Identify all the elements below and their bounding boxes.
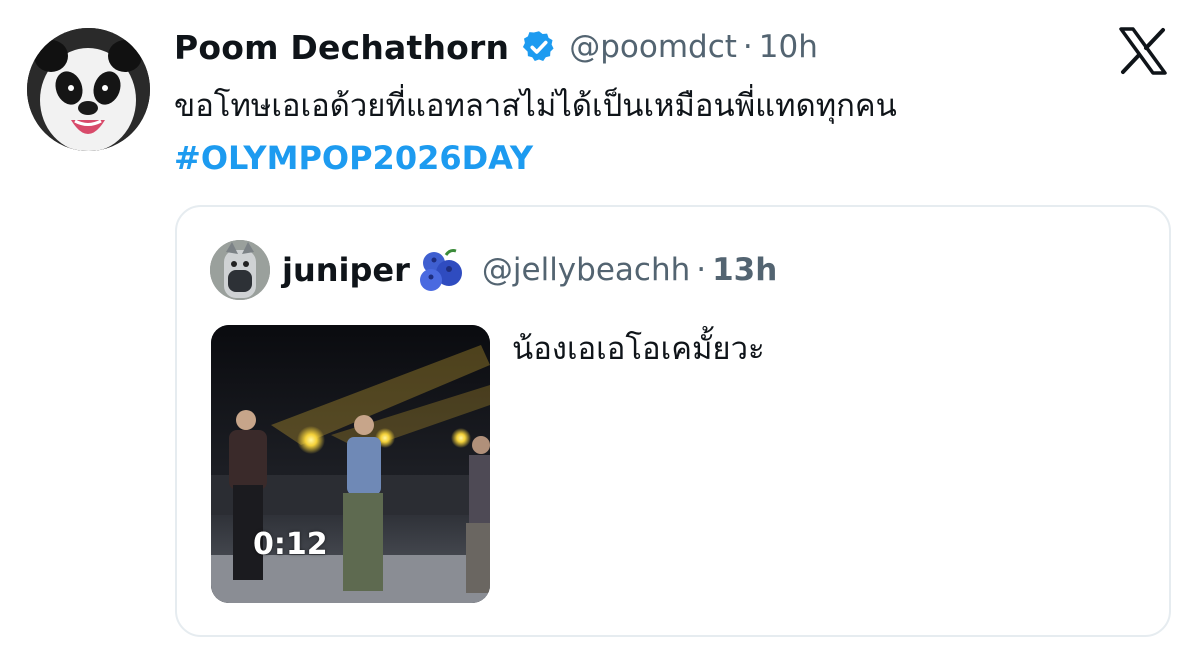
video-duration-badge: 0:12 [253, 527, 328, 562]
tweet-header: Poom Dechathorn @poomdct · 10h [174, 24, 818, 70]
author-handle[interactable]: @poomdct [569, 29, 737, 65]
blueberries-emoji-icon [419, 249, 462, 291]
tweet-time[interactable]: 10h [759, 29, 818, 65]
quoted-tweet-header: juniper @jellybeachh · 13h [282, 247, 777, 293]
x-logo-icon [1119, 27, 1167, 75]
tweet-text: ขอโทษเอเอด้วยที่แอทลาสไม่ได้เป็นเหมือนพี… [174, 88, 897, 124]
hashtag-link[interactable]: #OLYMPOP2026DAY [174, 136, 533, 180]
verified-badge-icon [523, 31, 554, 61]
author-avatar[interactable] [27, 28, 150, 151]
quoted-author-name[interactable]: juniper [282, 251, 410, 289]
quoted-tweet-time[interactable]: 13h [712, 252, 777, 288]
separator-dot: · [742, 29, 753, 65]
quoted-author-avatar[interactable] [210, 240, 270, 300]
author-name[interactable]: Poom Dechathorn [174, 28, 509, 67]
quoted-tweet-text: น้องเอเอโอเคมั้ยวะ [512, 331, 765, 367]
quoted-separator-dot: · [696, 252, 707, 288]
quoted-author-handle[interactable]: @jellybeachh [482, 252, 690, 288]
